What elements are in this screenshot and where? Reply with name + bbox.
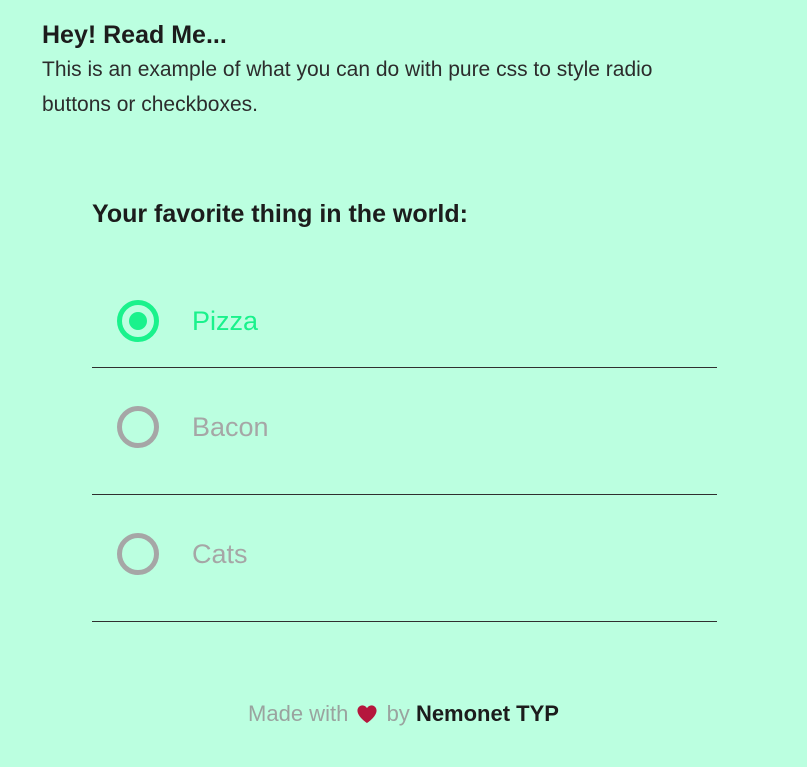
radio-button[interactable] [117,533,159,575]
readme-text: This is an example of what you can do wi… [42,58,653,116]
footer-author: Nemonet TYP [415,701,559,726]
footer-credit: Made with by Nemonet TYP [0,700,807,728]
radio-button[interactable] [117,300,159,342]
radio-option-bacon[interactable]: Bacon [92,368,717,495]
radio-label[interactable]: Cats [192,538,248,570]
radio-option-cats[interactable]: Cats [92,495,717,622]
heart-icon [357,705,377,724]
readme-title: Hey! Read Me... [42,21,227,49]
favorite-thing-form: Your favorite thing in the world: Pizza … [92,198,717,622]
radio-option-pizza[interactable]: Pizza [92,252,717,368]
form-title: Your favorite thing in the world: [92,200,468,228]
readme-section: Hey! Read Me... This is an example of wh… [42,20,742,122]
footer-by: by [386,701,410,726]
footer-made-with: Made with [248,701,349,726]
radio-button[interactable] [117,406,159,448]
radio-label[interactable]: Bacon [192,411,269,443]
radio-group: Pizza Bacon Cats [92,252,717,622]
radio-label[interactable]: Pizza [192,305,258,337]
